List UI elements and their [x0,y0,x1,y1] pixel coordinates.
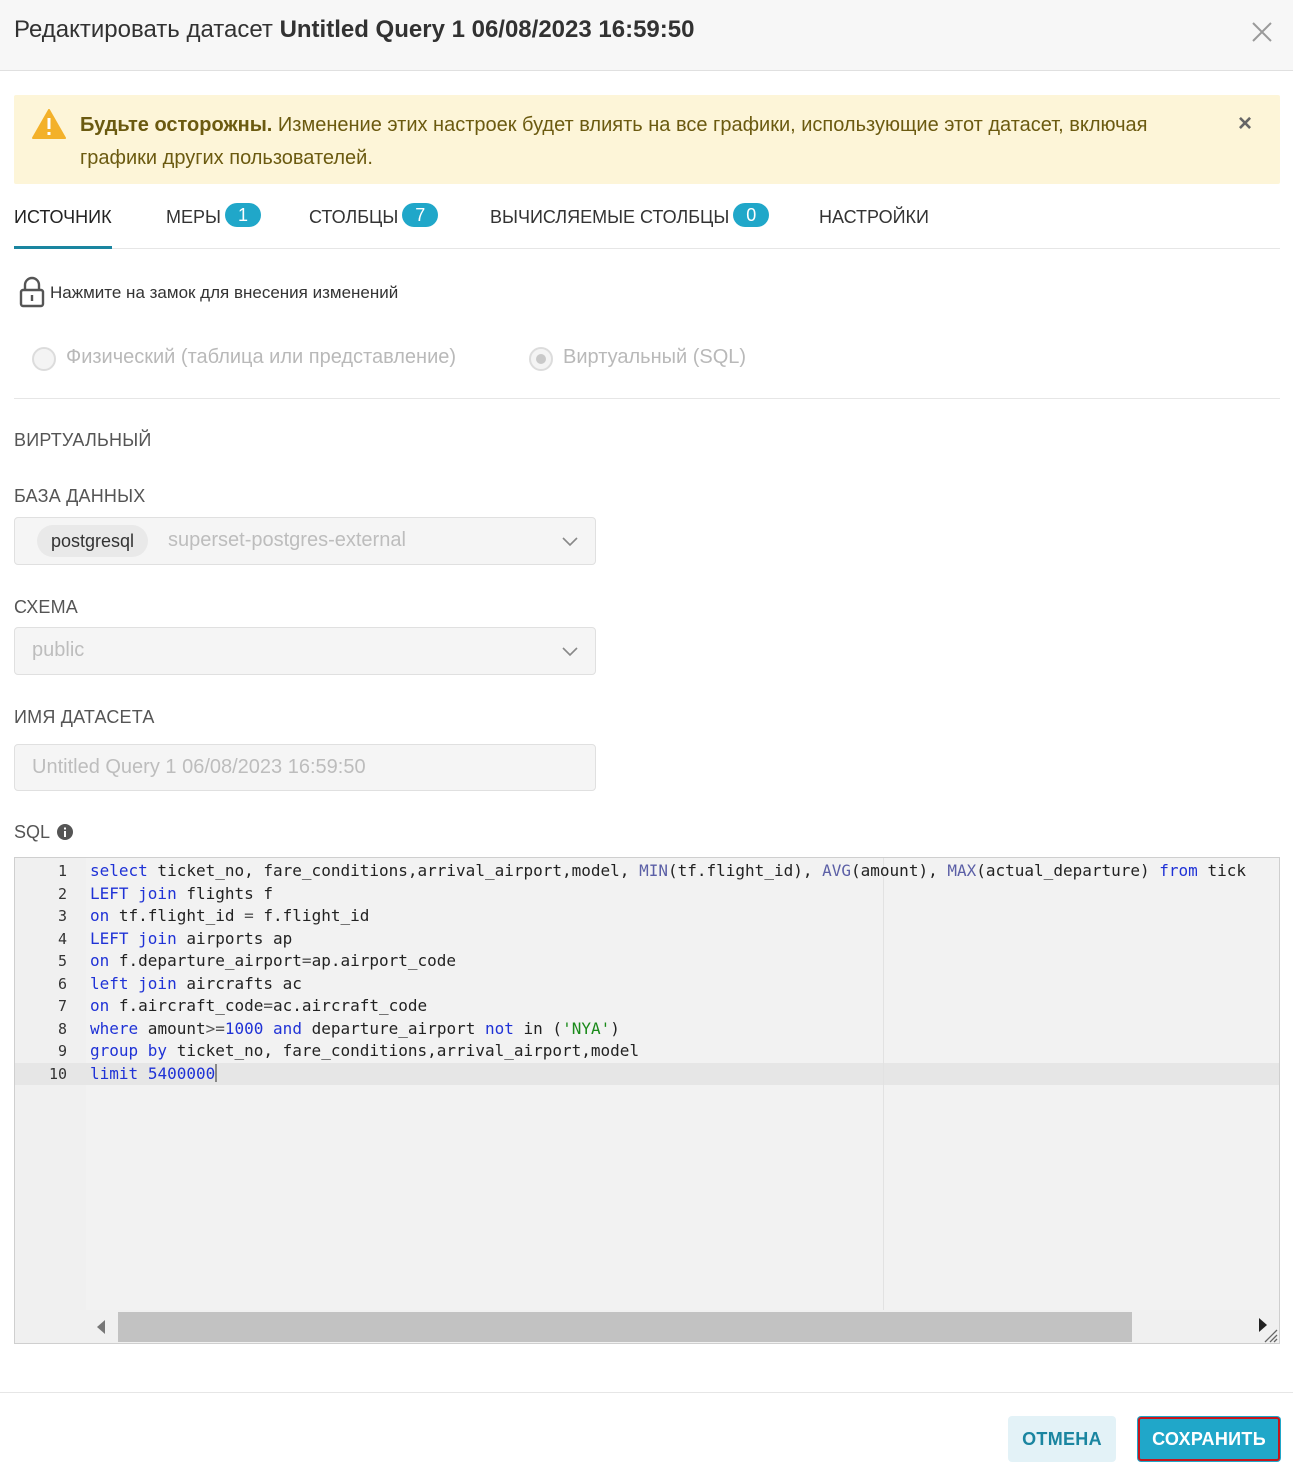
tab-settings[interactable]: НАСТРОЙКИ [819,195,929,249]
sql-print-margin [883,858,884,1310]
dataset-name-input[interactable]: Untitled Query 1 06/08/2023 16:59:50 [14,744,596,791]
sql-line-number: 8 [57,1020,67,1038]
tab-source[interactable]: ИСТОЧНИК [14,195,112,249]
sql-code-line: on tf.flight_id = f.flight_id [90,906,370,925]
tab-source-label: ИСТОЧНИК [14,207,112,227]
database-select-value: superset-postgres-external [168,529,406,551]
tab-calculated-columns[interactable]: ВЫЧИСЛЯЕМЫЕ СТОЛБЦЫ 0 [490,195,770,249]
sql-line-number: 4 [57,930,67,948]
database-label: БАЗА ДАННЫХ [14,486,146,506]
tab-columns-badge: 7 [402,203,439,227]
radio-physical-label: Физический (таблица или представление) [66,346,457,368]
radio-physical-circle[interactable] [32,347,56,371]
sql-code-line: left join aircrafts ac [90,974,302,993]
tab-metrics-label: МЕРЫ [166,207,221,227]
tab-calculated-columns-badge: 0 [733,203,770,227]
tab-metrics[interactable]: МЕРЫ 1 [166,195,261,249]
schema-label: СХЕМА [14,597,78,617]
sql-editor[interactable]: 1 2 3 4 5 6 7 8 9 10 select ticket_no, f… [14,857,1280,1344]
sql-code-line: where amount>=1000 and departure_airport… [90,1019,620,1038]
sql-line-number: 2 [57,885,67,903]
database-select[interactable]: postgresql superset-postgres-external [14,517,596,565]
sql-code-line: group by ticket_no, fare_conditions,arri… [90,1041,640,1060]
lock-hint-text: Нажмите на замок для внесения изменений [50,283,399,302]
sql-code-line: on f.aircraft_code=ac.aircraft_code [90,996,428,1015]
warning-icon [32,109,66,139]
sql-label: SQL [14,822,51,842]
modal-title-prefix: Редактировать датасет [14,16,273,43]
text-cursor [215,1064,218,1082]
chevron-down-icon [561,534,579,548]
sql-line-number: 10 [48,1065,67,1083]
modal-title: Редактировать датасет Untitled Query 1 0… [14,16,694,44]
modal-header: Редактировать датасет Untitled Query 1 0… [0,0,1293,71]
alert-close-icon[interactable]: × [1234,112,1256,136]
tab-metrics-badge: 1 [224,203,261,227]
warning-alert: Будьте осторожны. Изменение этих настрое… [14,95,1280,184]
database-type-tag: postgresql [37,525,149,557]
lock-icon[interactable] [18,276,46,308]
tab-columns-label: СТОЛБЦЫ [309,207,399,227]
schema-select-value: public [32,639,85,661]
sql-code-line: limit 5400000 [90,1064,218,1083]
sql-line-number: 6 [57,975,67,993]
sql-line-number: 1 [57,862,67,880]
sql-line-number: 3 [57,907,67,925]
scrollbar-thumb[interactable] [118,1312,1132,1342]
radio-virtual-circle[interactable] [529,347,553,371]
cancel-button[interactable]: ОТМЕНА [1008,1416,1116,1462]
sql-line-number: 7 [57,997,67,1015]
chevron-down-icon [561,644,579,658]
tab-bar: ИСТОЧНИК МЕРЫ 1 СТОЛБЦЫ 7 ВЫЧИСЛЯЕМЫЕ СТОЛ… [14,195,1280,249]
alert-bold-text: Будьте осторожны. [80,114,273,136]
radio-virtual[interactable]: Виртуальный (SQL) [529,344,789,374]
radio-virtual-label: Виртуальный (SQL) [563,346,747,368]
horizontal-scrollbar[interactable] [86,1310,1279,1343]
sql-line-number: 5 [57,952,67,970]
sql-code-line: select ticket_no, fare_conditions,arriva… [90,861,1246,880]
sql-code-line: LEFT join flights f [90,884,274,903]
scroll-left-icon[interactable] [94,1318,108,1336]
alert-message: Будьте осторожны. Изменение этих настрое… [80,109,1200,175]
modal-title-dataset-name: Untitled Query 1 06/08/2023 16:59:50 [279,16,695,43]
section-divider [14,398,1280,399]
sql-code-line: LEFT join airports ap [90,929,293,948]
resize-handle-icon[interactable] [1261,1326,1279,1343]
radio-physical[interactable]: Физический (таблица или представление) [32,344,512,374]
virtual-heading: ВИРТУАЛЬНЫЙ [14,430,152,450]
dataset-name-label: ИМЯ ДАТАСЕТА [14,707,155,727]
tab-columns[interactable]: СТОЛБЦЫ 7 [309,195,439,249]
tab-settings-label: НАСТРОЙКИ [819,207,929,227]
info-icon[interactable] [57,824,73,840]
tab-calculated-columns-label: ВЫЧИСЛЯЕМЫЕ СТОЛБЦЫ [490,207,730,227]
footer-divider [0,1392,1293,1393]
sql-line-number: 9 [57,1042,67,1060]
save-button[interactable]: СОХРАНИТЬ [1137,1416,1281,1462]
close-icon[interactable] [1248,18,1276,46]
sql-code-line: on f.departure_airport=ap.airport_code [90,951,457,970]
schema-select[interactable]: public [14,627,596,675]
